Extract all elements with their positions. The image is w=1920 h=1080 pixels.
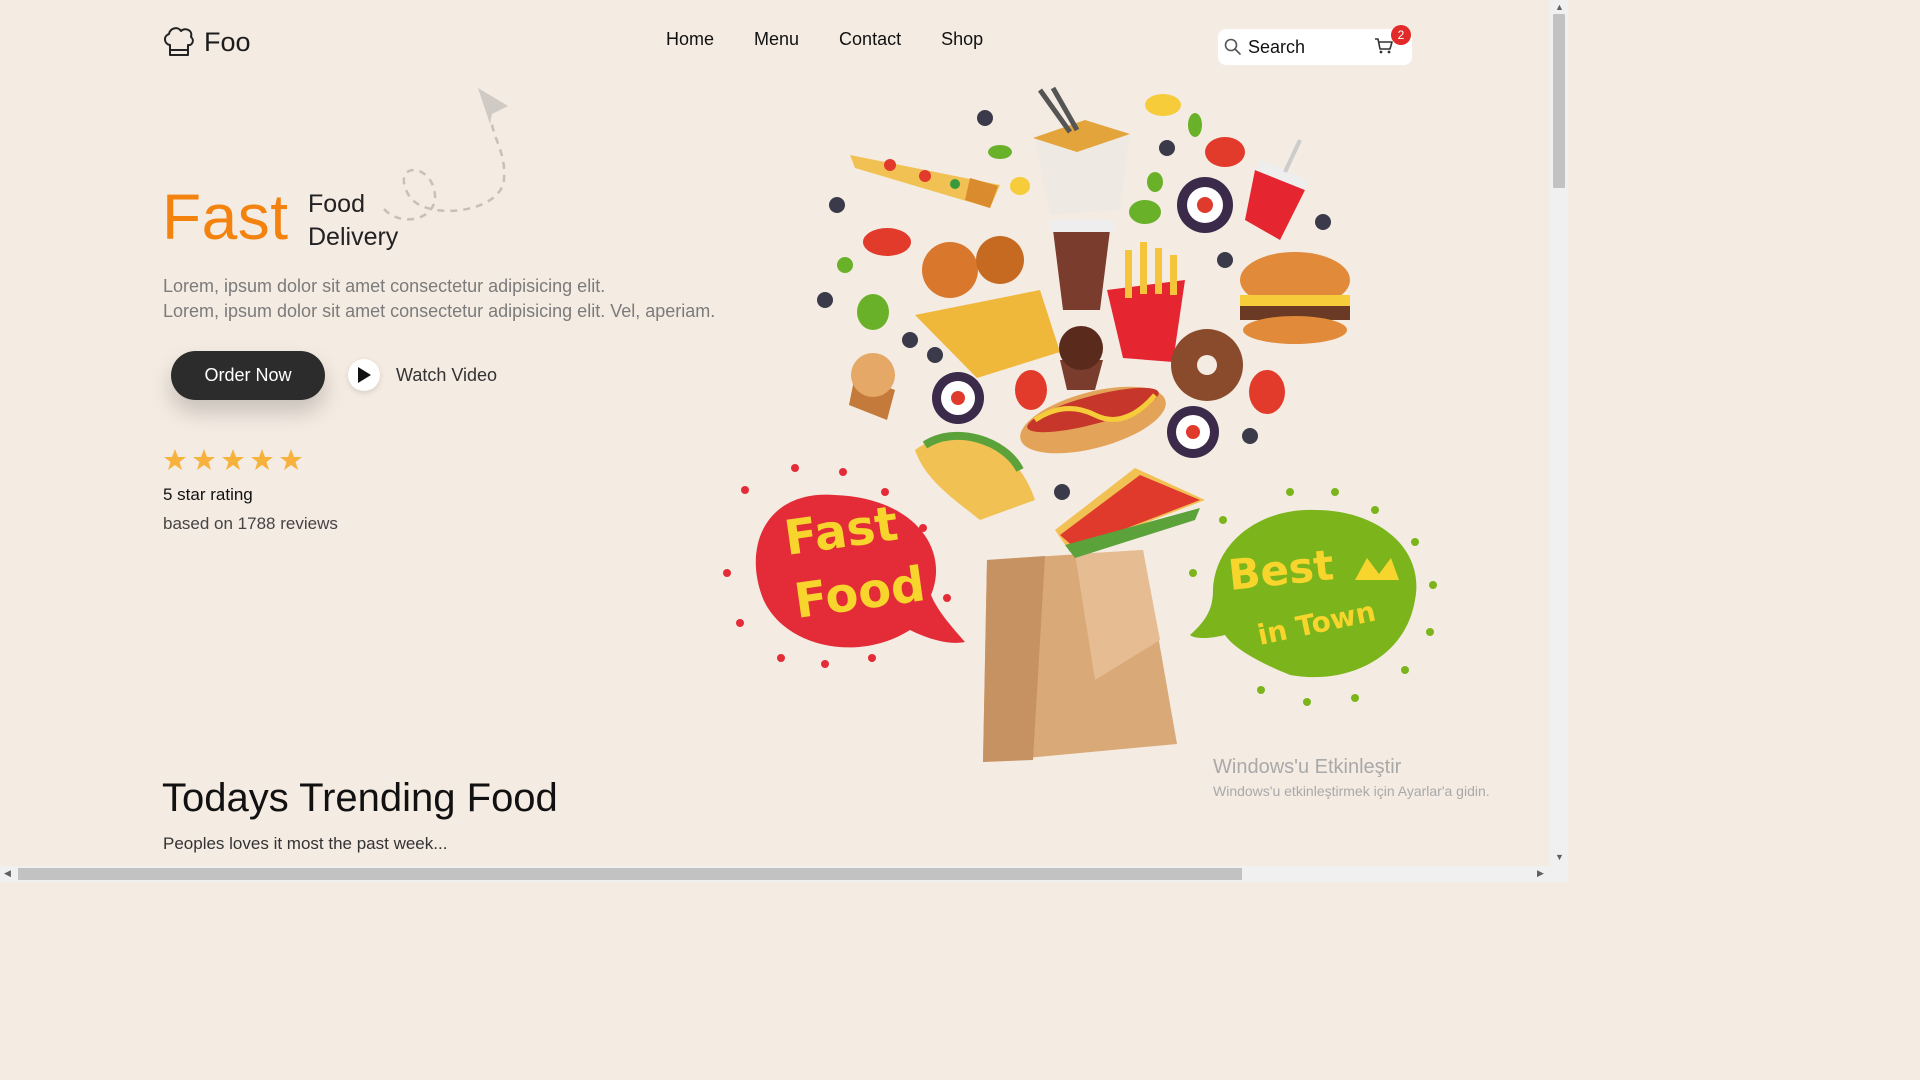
- main-nav: Home Menu Contact Shop: [666, 29, 983, 50]
- play-icon[interactable]: [348, 359, 380, 391]
- fast-food-illustration: Fast Food Best in Town: [723, 86, 1437, 762]
- rating-stars: [163, 448, 303, 472]
- paper-bag-icon: [983, 550, 1177, 762]
- chef-hat-icon: [164, 27, 194, 56]
- search-box: 2: [1218, 25, 1412, 65]
- scroll-right-arrow-icon[interactable]: ▶: [1537, 868, 1544, 879]
- pizza-icon: [850, 155, 1000, 208]
- hero-subtitle: Food Delivery: [308, 188, 398, 254]
- horizontal-scrollbar-thumb[interactable]: [18, 868, 1242, 880]
- donut-icon: [1171, 329, 1243, 401]
- order-now-button[interactable]: Order Now: [171, 351, 325, 400]
- search-input[interactable]: [1248, 36, 1368, 58]
- trending-title: Todays Trending Food: [162, 776, 558, 820]
- taco-icon: [915, 431, 1035, 520]
- brand-name: Foo: [204, 26, 251, 57]
- burger-icon: [1240, 252, 1350, 344]
- french-fries-icon: [1107, 242, 1185, 362]
- nav-menu[interactable]: Menu: [754, 29, 799, 50]
- coffee-cup-icon: [1049, 220, 1115, 310]
- watch-video-button[interactable]: Watch Video: [348, 359, 497, 391]
- hero-title-fast: Fast: [162, 181, 289, 253]
- hero-description-line1: Lorem, ipsum dolor sit amet consectetur …: [163, 276, 606, 296]
- soda-cup-icon: [1245, 139, 1308, 240]
- hero-description: Lorem, ipsum dolor sit amet consectetur …: [163, 274, 715, 324]
- windows-activation-subtitle: Windows'u etkinleştirmek için Ayarlar'a …: [1213, 783, 1490, 799]
- vertical-scrollbar[interactable]: ▲ ▼: [1550, 0, 1568, 866]
- scroll-up-arrow-icon[interactable]: ▲: [1555, 2, 1564, 12]
- sandwich-icon: [1055, 468, 1205, 558]
- hero-subtitle-line1: Food: [308, 190, 365, 218]
- search-icon: [1224, 38, 1241, 55]
- nav-contact[interactable]: Contact: [839, 29, 901, 50]
- noodle-box-icon: [1033, 86, 1130, 215]
- scroll-left-arrow-icon[interactable]: ◀: [4, 868, 11, 879]
- star-icon: [280, 449, 302, 470]
- scroll-down-arrow-icon[interactable]: ▼: [1555, 852, 1564, 862]
- scrollbar-corner: [1550, 866, 1568, 882]
- horizontal-scrollbar[interactable]: ◀ ▶: [0, 866, 1550, 882]
- chocolate-muffin-icon: [1059, 326, 1103, 390]
- nav-home[interactable]: Home: [666, 29, 714, 50]
- best-in-town-bubble-icon: Best in Town: [1189, 488, 1437, 706]
- muffin-icon: [849, 353, 895, 420]
- star-icon: [164, 449, 186, 470]
- windows-activation-title: Windows'u Etkinleştir: [1213, 756, 1402, 778]
- cart-button[interactable]: [1374, 37, 1394, 60]
- vertical-scrollbar-thumb[interactable]: [1553, 14, 1565, 188]
- cart-count-badge: 2: [1391, 25, 1411, 45]
- cart-icon: [1375, 38, 1393, 54]
- brand-logo[interactable]: Foo: [162, 25, 251, 59]
- star-icon: [193, 449, 215, 470]
- rating-title: 5 star rating: [163, 485, 253, 504]
- hero-description-line2: Lorem, ipsum dolor sit amet consectetur …: [163, 301, 716, 321]
- hero-subtitle-line2: Delivery: [308, 223, 399, 251]
- fast-food-bubble-icon: Fast Food: [723, 464, 965, 668]
- star-icon: [222, 449, 244, 470]
- star-icon: [251, 449, 273, 470]
- trending-subtitle: Peoples loves it most the past week...: [163, 834, 448, 853]
- nav-shop[interactable]: Shop: [941, 29, 983, 50]
- watch-video-label: Watch Video: [396, 364, 498, 385]
- rating-subtitle: based on 1788 reviews: [163, 514, 338, 533]
